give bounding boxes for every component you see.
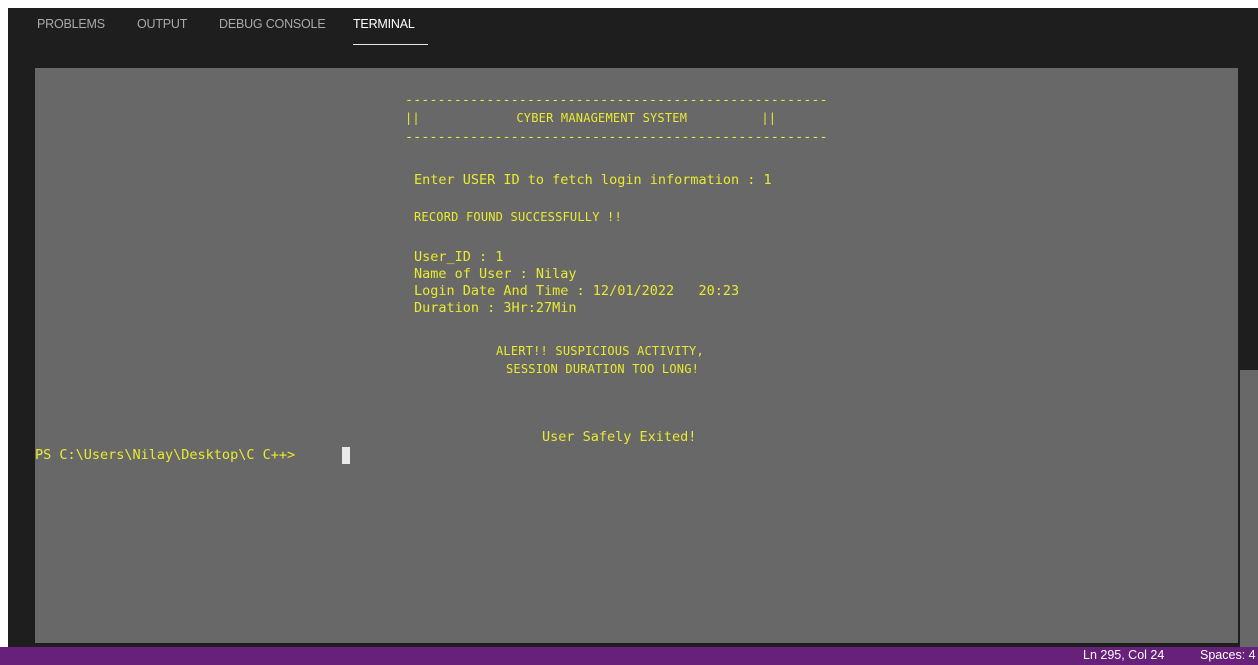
tab-terminal[interactable]: TERMINAL: [353, 17, 415, 31]
terminal-scrollbar-thumb[interactable]: [1240, 370, 1258, 647]
bottom-panel: PROBLEMS OUTPUT DEBUG CONSOLE TERMINAL -…: [8, 8, 1258, 647]
indentation-setting[interactable]: Spaces: 4: [1200, 648, 1256, 662]
panel-tab-bar: PROBLEMS OUTPUT DEBUG CONSOLE TERMINAL: [8, 8, 1258, 48]
banner-border-top: ----------------------------------------…: [405, 92, 828, 108]
shell-prompt: PS C:\Users\Nilay\Desktop\C C++>: [35, 447, 304, 463]
user-name-line: Name of User : Nilay: [414, 266, 577, 282]
active-tab-indicator: [353, 44, 428, 45]
login-datetime-line: Login Date And Time : 12/01/2022 20:23: [414, 283, 740, 299]
banner-border-bottom: ----------------------------------------…: [405, 129, 828, 145]
banner-title: || CYBER MANAGEMENT SYSTEM ||: [405, 111, 777, 125]
duration-line: Duration : 3Hr:27Min: [414, 300, 577, 316]
terminal-cursor: [342, 447, 350, 464]
tab-output[interactable]: OUTPUT: [137, 17, 187, 31]
cursor-position[interactable]: Ln 295, Col 24: [1083, 648, 1164, 662]
tab-problems[interactable]: PROBLEMS: [37, 17, 105, 31]
record-found-message: RECORD FOUND SUCCESSFULLY !!: [414, 210, 622, 224]
alert-line-1: ALERT!! SUSPICIOUS ACTIVITY,: [496, 344, 704, 358]
window-top-edge: [0, 0, 1258, 8]
exit-message: User Safely Exited!: [542, 429, 697, 445]
window-left-edge: [0, 0, 8, 665]
status-bar: Ln 295, Col 24 Spaces: 4: [0, 647, 1258, 665]
terminal-output[interactable]: ----------------------------------------…: [35, 68, 1238, 643]
user-id-prompt: Enter USER ID to fetch login information…: [414, 172, 772, 188]
tab-debug-console[interactable]: DEBUG CONSOLE: [219, 17, 326, 31]
alert-line-2: SESSION DURATION TOO LONG!: [506, 362, 700, 376]
user-id-line: User_ID : 1: [414, 249, 504, 265]
